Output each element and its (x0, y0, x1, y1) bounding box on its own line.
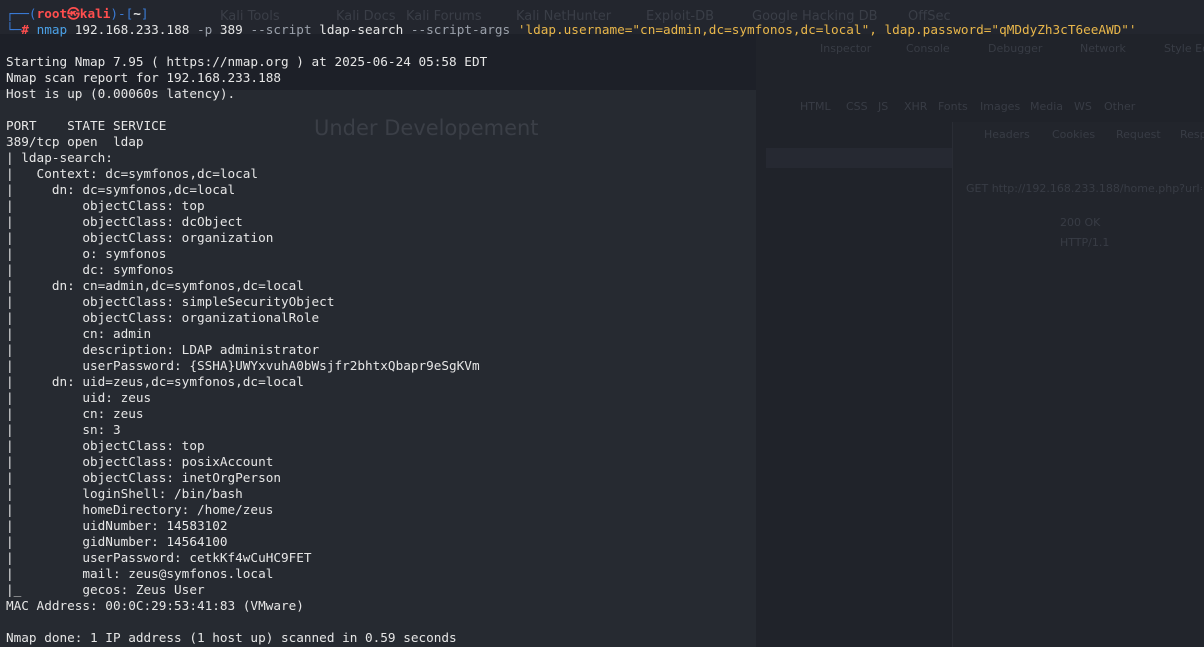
prompt-hash: # (21, 22, 37, 37)
output-line: | mail: zeus@symfonos.local (6, 566, 274, 581)
output-line: | userPassword: cetkKf4wCuHC9FET (6, 550, 312, 565)
output-line: Starting Nmap 7.95 ( https://nmap.org ) … (6, 54, 488, 69)
output-line: PORT STATE SERVICE (6, 118, 167, 133)
command-script-flag: --script (250, 22, 312, 37)
output-line: | objectClass: dcObject (6, 214, 243, 229)
output-line: Nmap done: 1 IP address (1 host up) scan… (6, 630, 457, 645)
command-port-flag: -p (196, 22, 213, 37)
output-line: | objectClass: top (6, 198, 205, 213)
output-line: Host is up (0.00060s latency). (6, 86, 236, 101)
output-line: 389/tcp open ldap (6, 134, 144, 149)
output-line: MAC Address: 00:0C:29:53:41:83 (VMware) (6, 598, 304, 613)
output-line: | objectClass: posixAccount (6, 454, 274, 469)
prompt-path: ~ (133, 6, 141, 21)
output-line: Nmap scan report for 192.168.233.188 (6, 70, 281, 85)
output-line: | uidNumber: 14583102 (6, 518, 228, 533)
output-line: | dn: dc=symfonos,dc=local (6, 182, 236, 197)
output-line: | objectClass: organization (6, 230, 274, 245)
output-line: | dn: cn=admin,dc=symfonos,dc=local (6, 278, 304, 293)
prompt-box-top: ┌──( (6, 6, 37, 21)
output-line: | ldap-search: (6, 150, 121, 165)
prompt-user: root㉿kali (36, 6, 111, 21)
output-line: | objectClass: inetOrgPerson (6, 470, 281, 485)
terminal-window[interactable]: ┌──(root㉿kali)-[~] └─# nmap 192.168.233.… (0, 0, 1204, 647)
prompt-end: ] (140, 6, 149, 21)
output-line: | Context: dc=symfonos,dc=local (6, 166, 259, 181)
command-args-flag: --script-args (410, 22, 511, 37)
output-line: | objectClass: simpleSecurityObject (6, 294, 335, 309)
command-port: 389 (212, 22, 251, 37)
prompt-mid: )-[ (110, 6, 134, 21)
output-line: | description: LDAP administrator (6, 342, 320, 357)
output-line: | dn: uid=zeus,dc=symfonos,dc=local (6, 374, 304, 389)
prompt-box-bottom: └─ (6, 22, 22, 37)
terminal-output: Starting Nmap 7.95 ( https://nmap.org ) … (6, 38, 1204, 646)
prompt-line-top: ┌──(root㉿kali)-[~] (6, 6, 1204, 22)
output-line: | userPassword: {SSHA}UWYxvuhA0bWsjfr2bh… (6, 358, 480, 373)
output-line: | sn: 3 (6, 422, 121, 437)
output-line: | cn: admin (6, 326, 152, 341)
output-line: | dc: symfonos (6, 262, 175, 277)
output-line: | uid: zeus (6, 390, 152, 405)
command-target: 192.168.233.188 (67, 22, 197, 37)
output-line: | cn: zeus (6, 406, 144, 421)
output-line: | homeDirectory: /home/zeus (6, 502, 274, 517)
output-line: |_ gecos: Zeus User (6, 582, 205, 597)
command-line[interactable]: └─# nmap 192.168.233.188 -p 389 --script… (6, 22, 1204, 38)
command-args: 'ldap.username="cn=admin,dc=symfonos,dc=… (510, 22, 1137, 37)
output-line: | objectClass: top (6, 438, 205, 453)
output-line: | loginShell: /bin/bash (6, 486, 243, 501)
output-line: | o: symfonos (6, 246, 167, 261)
command-script: ldap-search (311, 22, 411, 37)
output-line: | objectClass: organizationalRole (6, 310, 320, 325)
output-line: | gidNumber: 14564100 (6, 534, 228, 549)
command-program: nmap (36, 22, 68, 37)
